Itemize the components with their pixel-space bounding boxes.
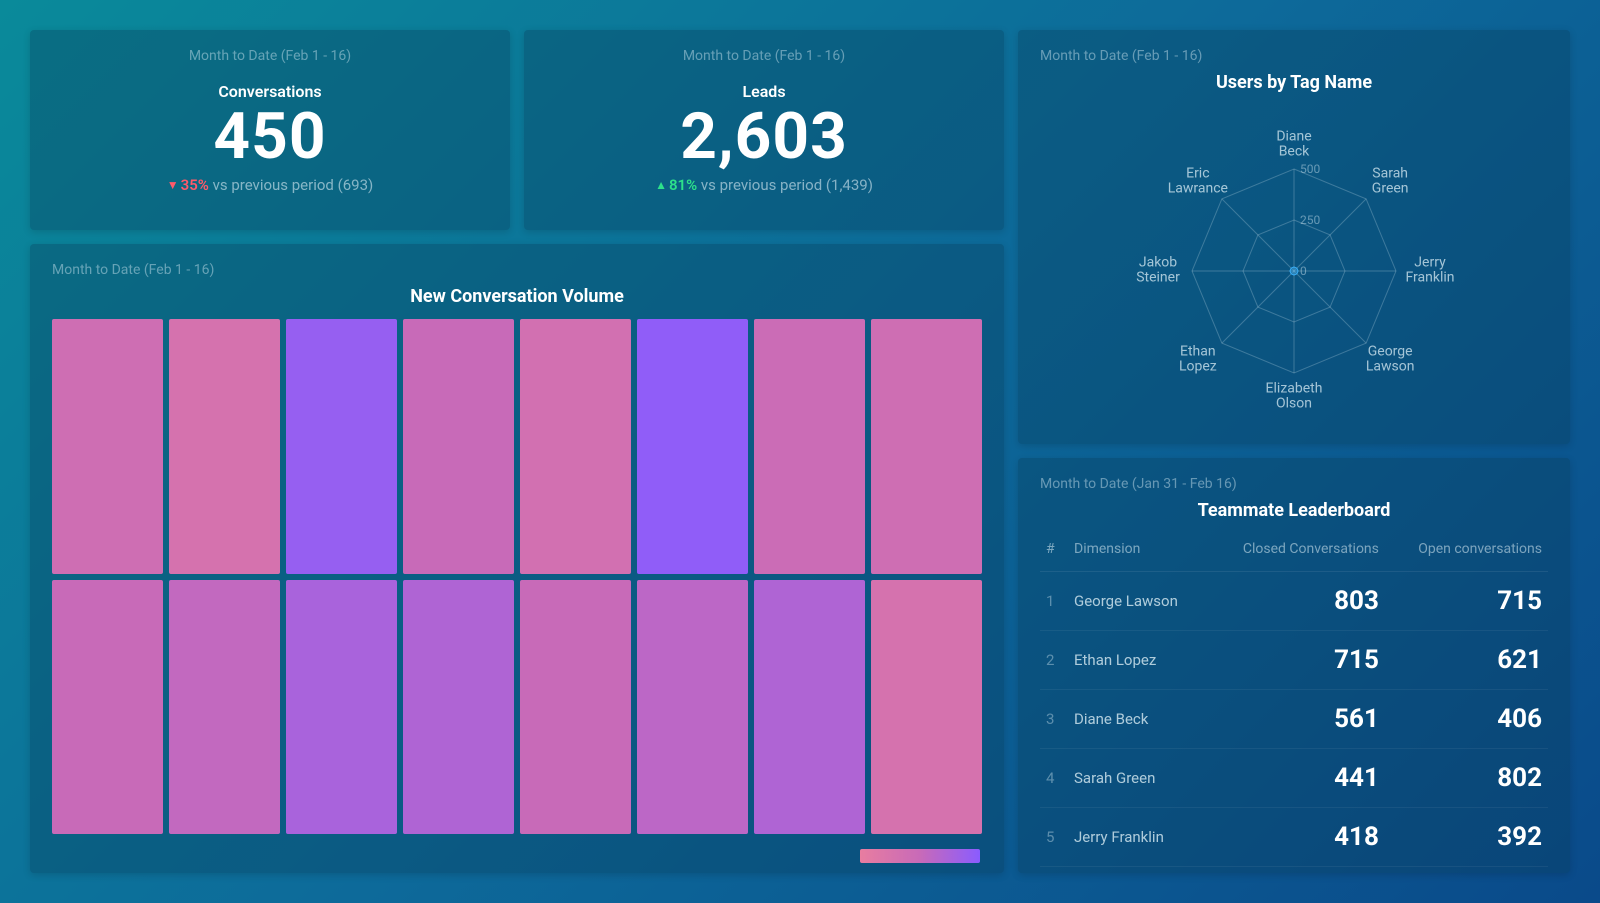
- heatmap-cell[interactable]: [754, 580, 865, 835]
- row-index: 4: [1040, 749, 1068, 808]
- row-name: Diane Beck: [1068, 690, 1207, 749]
- table-row[interactable]: 4Sarah Green441802: [1040, 749, 1548, 808]
- heatmap-cell[interactable]: [520, 580, 631, 835]
- kpi-compare-text: vs previous period (1,439): [701, 176, 873, 194]
- heatmap-cell[interactable]: [286, 319, 397, 574]
- heatmap-cell[interactable]: [871, 580, 982, 835]
- row-index: 3: [1040, 690, 1068, 749]
- col-open[interactable]: Open conversations: [1385, 533, 1548, 572]
- heatmap-cell[interactable]: [169, 319, 280, 574]
- radar-axis-label: JakobSteiner: [1136, 256, 1180, 287]
- heatmap-cell[interactable]: [637, 319, 748, 574]
- table-row[interactable]: 1George Lawson803715: [1040, 572, 1548, 631]
- row-index: 6: [1040, 867, 1068, 874]
- row-closed: 441: [1207, 749, 1385, 808]
- panel-teammate-leaderboard: Month to Date (Jan 31 - Feb 16) Teammate…: [1018, 458, 1570, 873]
- panel-title: New Conversation Volume: [52, 286, 982, 307]
- heatmap-legend: [860, 849, 980, 863]
- heatmap-cell[interactable]: [520, 319, 631, 574]
- row-closed: 418: [1207, 808, 1385, 867]
- period-label: Month to Date (Feb 1 - 16): [52, 48, 488, 64]
- leaderboard-table: # Dimension Closed Conversations Open co…: [1040, 533, 1548, 873]
- kpi-card-leads: Month to Date (Feb 1 - 16) Leads 2,603 ▲…: [524, 30, 1004, 230]
- radar-axis-label: EthanLopez: [1179, 345, 1217, 376]
- row-closed: 561: [1207, 690, 1385, 749]
- panel-title: Users by Tag Name: [1040, 72, 1548, 93]
- heatmap-chart[interactable]: [52, 319, 982, 834]
- row-index: 2: [1040, 631, 1068, 690]
- panel-new-conversation-volume: Month to Date (Feb 1 - 16) New Conversat…: [30, 244, 1004, 873]
- heatmap-cell[interactable]: [403, 580, 514, 835]
- radar-axis-label: JerryFranklin: [1405, 256, 1454, 287]
- row-open: 621: [1385, 631, 1548, 690]
- radar-axis-label: GeorgeLawson: [1366, 345, 1415, 376]
- row-name: George Lawson: [1068, 572, 1207, 631]
- period-label: Month to Date (Feb 1 - 16): [52, 262, 982, 278]
- kpi-compare-text: vs previous period (693): [213, 176, 374, 194]
- col-index[interactable]: #: [1040, 533, 1068, 572]
- period-label: Month to Date (Jan 31 - Feb 16): [1040, 476, 1548, 492]
- row-open: 715: [1385, 572, 1548, 631]
- trend-down-icon: ▼: [167, 178, 179, 192]
- heatmap-cell[interactable]: [52, 580, 163, 835]
- kpi-comparison: ▼35% vs previous period (693): [52, 176, 488, 194]
- svg-text:250: 250: [1300, 213, 1320, 227]
- kpi-card-conversations: Month to Date (Feb 1 - 16) Conversations…: [30, 30, 510, 230]
- row-name: Jakob Steiner: [1068, 867, 1207, 874]
- row-closed: 715: [1207, 631, 1385, 690]
- radar-axis-label: SarahGreen: [1372, 167, 1409, 198]
- row-open: 802: [1385, 749, 1548, 808]
- table-row[interactable]: 5Jerry Franklin418392: [1040, 808, 1548, 867]
- heatmap-cell[interactable]: [754, 319, 865, 574]
- kpi-value: 2,603: [546, 103, 982, 170]
- table-row[interactable]: 2Ethan Lopez715621: [1040, 631, 1548, 690]
- heatmap-cell[interactable]: [637, 580, 748, 835]
- panel-title: Teammate Leaderboard: [1040, 500, 1548, 521]
- col-dimension[interactable]: Dimension: [1068, 533, 1207, 572]
- kpi-value: 450: [52, 103, 488, 170]
- col-closed[interactable]: Closed Conversations: [1207, 533, 1385, 572]
- row-name: Jerry Franklin: [1068, 808, 1207, 867]
- period-label: Month to Date (Feb 1 - 16): [546, 48, 982, 64]
- panel-users-by-tag-name: Month to Date (Feb 1 - 16) Users by Tag …: [1018, 30, 1570, 444]
- kpi-change-pct: 81%: [669, 176, 697, 194]
- heatmap-cell[interactable]: [52, 319, 163, 574]
- row-name: Ethan Lopez: [1068, 631, 1207, 690]
- row-closed: 394: [1207, 867, 1385, 874]
- table-row[interactable]: 6Jakob Steiner394951: [1040, 867, 1548, 874]
- row-open: 951: [1385, 867, 1548, 874]
- radar-chart[interactable]: 0 250 500DianeBeck SarahGreen JerryFranklin G…: [1040, 105, 1548, 425]
- svg-text:0: 0: [1300, 264, 1307, 278]
- row-name: Sarah Green: [1068, 749, 1207, 808]
- radar-axis-label: ElizabethOlson: [1266, 382, 1323, 413]
- radar-axis-label: DianeBeck: [1276, 130, 1311, 161]
- row-open: 406: [1385, 690, 1548, 749]
- row-closed: 803: [1207, 572, 1385, 631]
- heatmap-cell[interactable]: [403, 319, 514, 574]
- heatmap-cell[interactable]: [871, 319, 982, 574]
- kpi-comparison: ▲81% vs previous period (1,439): [546, 176, 982, 194]
- radar-axis-label: EricLawrance: [1168, 167, 1228, 198]
- table-row[interactable]: 3Diane Beck561406: [1040, 690, 1548, 749]
- row-index: 5: [1040, 808, 1068, 867]
- kpi-change-pct: 35%: [181, 176, 209, 194]
- row-index: 1: [1040, 572, 1068, 631]
- svg-text:500: 500: [1300, 162, 1320, 176]
- trend-up-icon: ▲: [655, 178, 667, 192]
- heatmap-cell[interactable]: [169, 580, 280, 835]
- period-label: Month to Date (Feb 1 - 16): [1040, 48, 1548, 64]
- row-open: 392: [1385, 808, 1548, 867]
- heatmap-cell[interactable]: [286, 580, 397, 835]
